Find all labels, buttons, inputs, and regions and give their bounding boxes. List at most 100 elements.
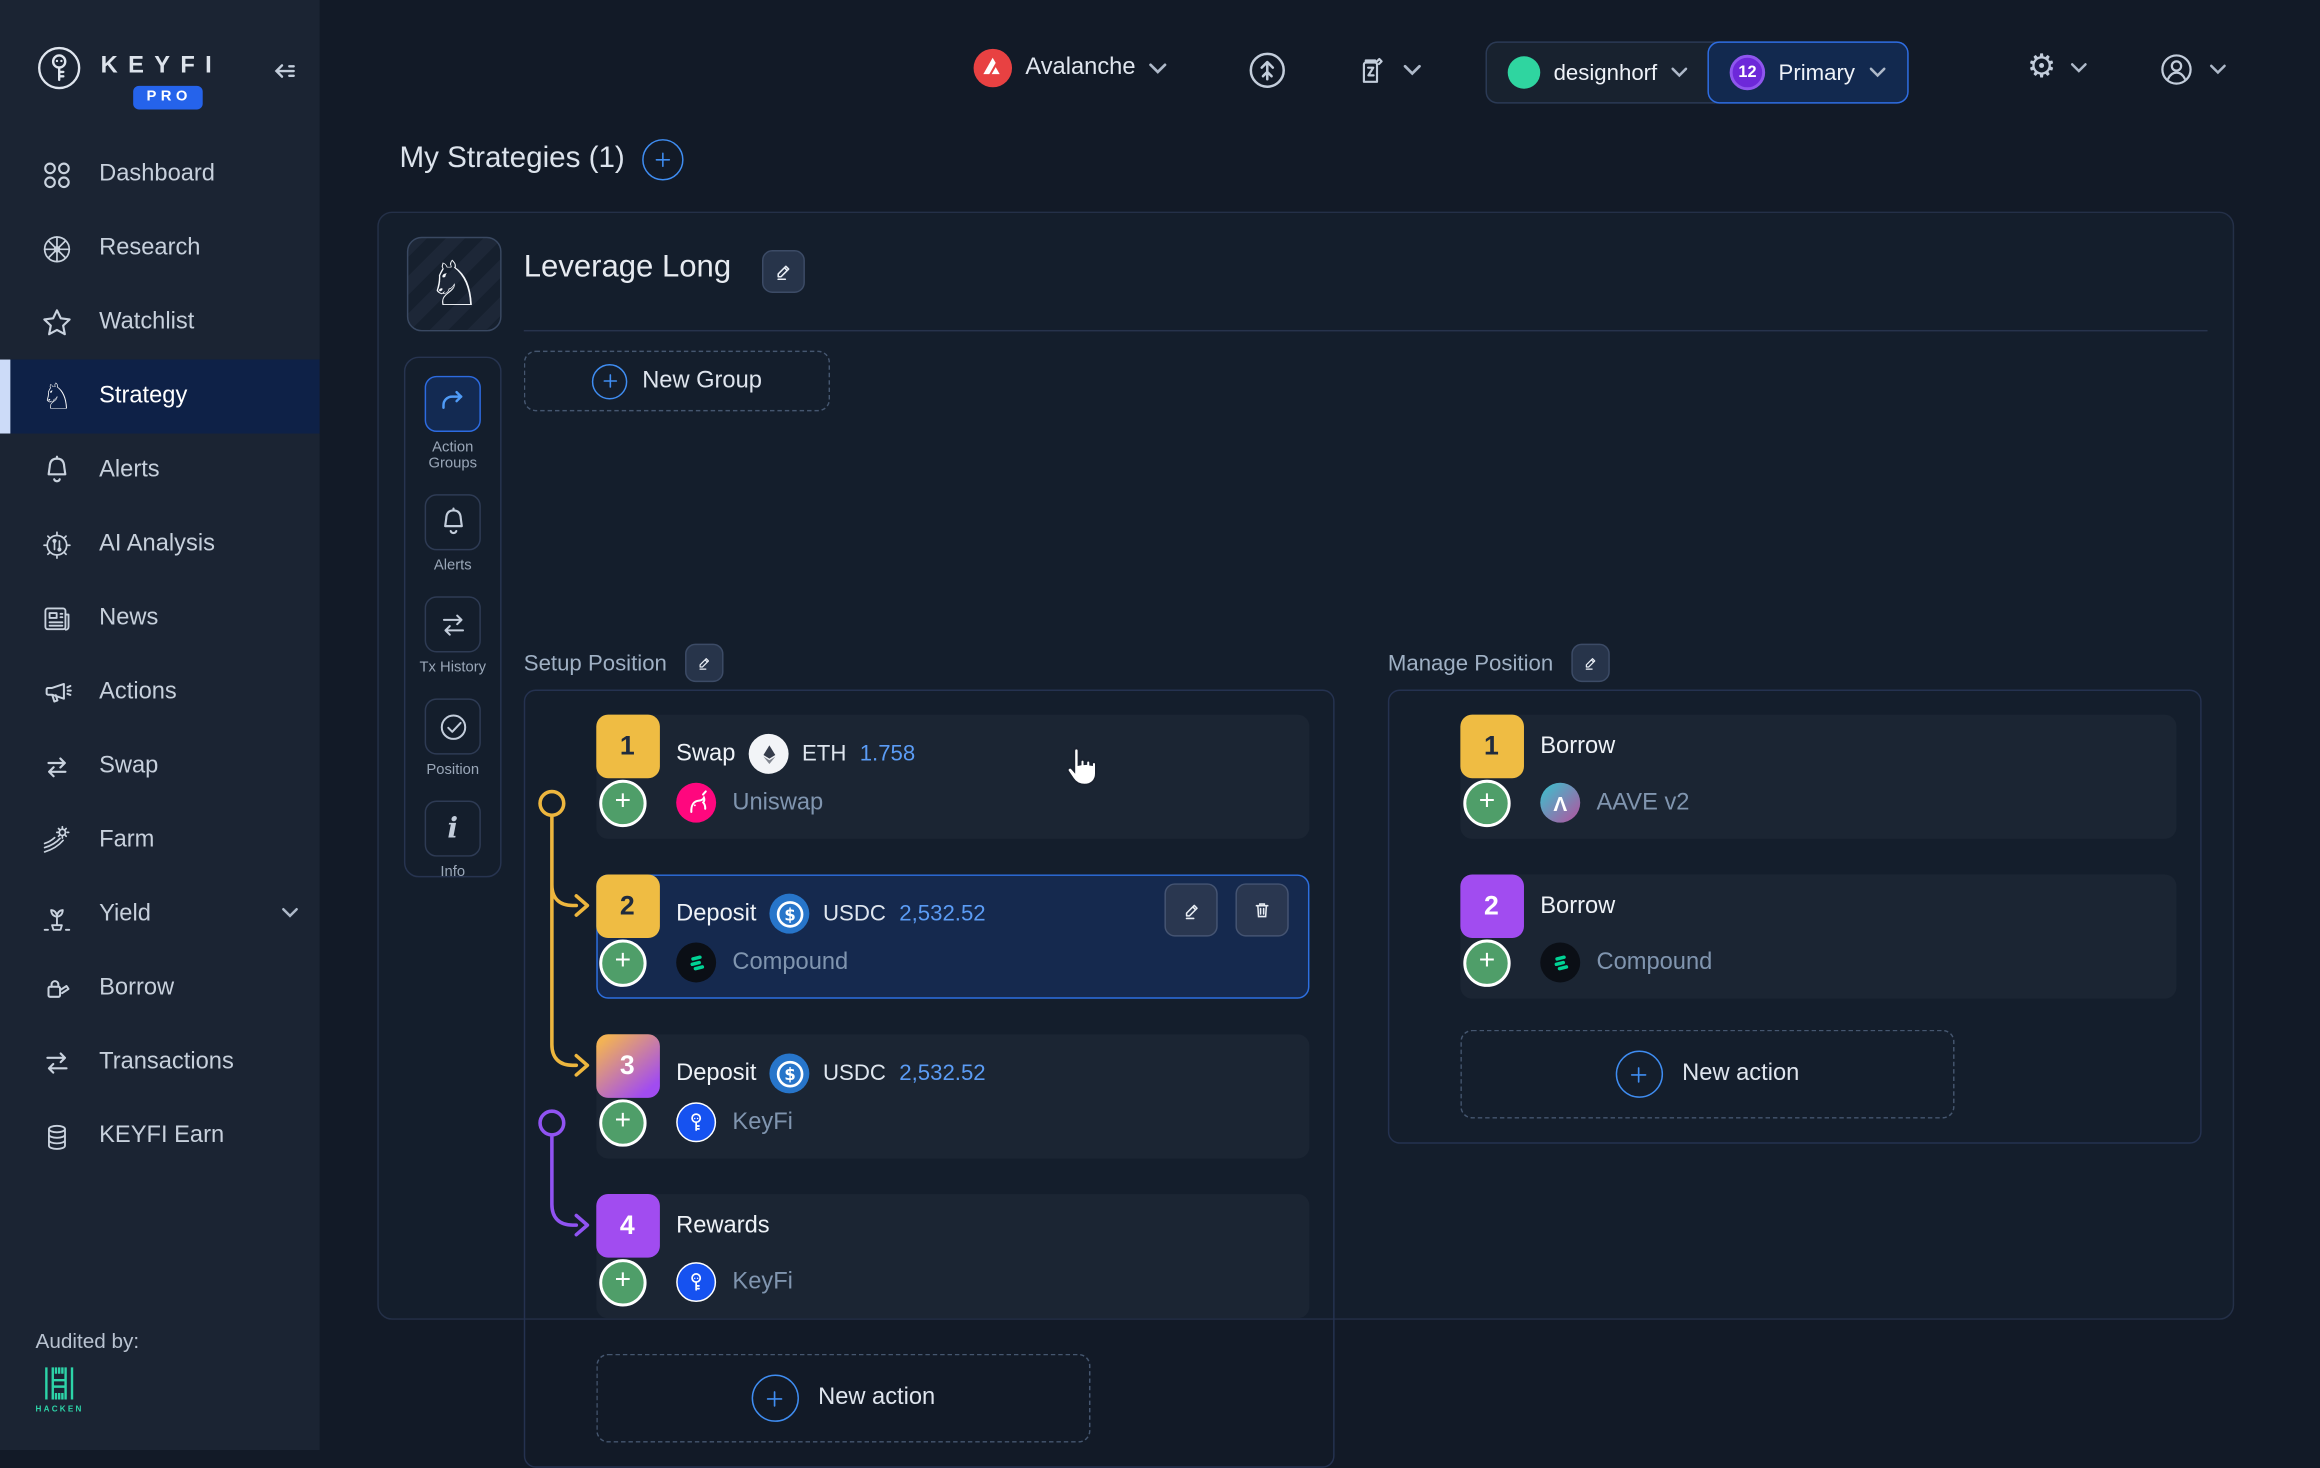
news-icon	[37, 598, 77, 638]
sidebar-item-actions[interactable]: Actions	[0, 655, 320, 729]
asset-symbol: USDC	[823, 901, 886, 926]
sidebar-item-farm[interactable]: Farm	[0, 803, 320, 877]
sidebar-item-label: AI Analysis	[99, 531, 215, 558]
protocol-name: Compound	[732, 949, 848, 976]
edit-action-button[interactable]	[1164, 883, 1217, 936]
uniswap-icon	[676, 783, 716, 823]
farm-icon	[37, 820, 77, 860]
account-name: designhorf	[1554, 60, 1658, 85]
hacken-logo: HACKEN	[36, 1364, 84, 1414]
action-row[interactable]: 3 Deposit $ USDC 2,532.52 + KeyFi	[596, 1034, 1309, 1158]
add-linked-action-button[interactable]: +	[599, 1259, 646, 1306]
txhistory-icon	[425, 596, 481, 652]
chevron-down-icon	[1868, 67, 1886, 79]
gas-selector[interactable]	[1352, 52, 1422, 89]
protocol-name: AAVE v2	[1596, 789, 1689, 816]
megaphone-icon	[37, 672, 77, 712]
add-linked-action-button[interactable]: +	[599, 940, 646, 987]
manage-action-list: 1Borrow+ΛAAVE v22Borrow+Compound	[1460, 715, 2176, 999]
add-linked-action-button[interactable]: +	[599, 1099, 646, 1146]
strategy-tools-rail: Action Groups Alerts Tx History Position i In…	[404, 357, 502, 878]
group-title: Manage Position	[1388, 650, 1553, 675]
add-linked-action-button[interactable]: +	[1463, 780, 1510, 827]
asset-symbol: USDC	[823, 1061, 886, 1086]
sidebar-item-research[interactable]: Research	[0, 212, 320, 286]
pro-badge: PRO	[133, 86, 202, 110]
sidebar-item-keyfi-earn[interactable]: KEYFI Earn	[0, 1099, 320, 1173]
protocol-name: KeyFi	[732, 1109, 793, 1136]
rail-item-tx-history[interactable]: Tx History	[411, 596, 494, 676]
sidebar-item-label: Farm	[99, 827, 154, 854]
info-icon: i	[425, 800, 481, 856]
action-number: 3	[596, 1033, 660, 1097]
group-title: Setup Position	[524, 650, 667, 675]
action-groups-icon	[425, 376, 481, 432]
delete-action-button[interactable]	[1235, 883, 1288, 936]
new-action-button[interactable]: New action	[596, 1354, 1090, 1443]
action-label: Deposit	[676, 1060, 756, 1087]
add-strategy-button[interactable]	[642, 139, 683, 180]
sidebar-item-strategy[interactable]: ♘Strategy	[0, 360, 320, 434]
action-row[interactable]: 4Rewards+KeyFi	[596, 1194, 1309, 1318]
svg-text:$: $	[784, 1064, 796, 1083]
new-action-label: New action	[1682, 1061, 1799, 1088]
add-linked-action-button[interactable]: +	[1463, 940, 1510, 987]
plant-icon	[37, 894, 77, 934]
asset-amount: 2,532.52	[899, 1061, 985, 1086]
account-avatar	[1508, 56, 1541, 89]
divider	[524, 330, 2208, 331]
audited-by-label: Audited by:	[36, 1329, 140, 1353]
rail-item-action-groups[interactable]: Action Groups	[411, 376, 494, 472]
action-row[interactable]: 1SwapETH1.758+Uniswap	[596, 715, 1309, 839]
new-action-button[interactable]: New action	[1460, 1030, 1954, 1119]
rail-item-position[interactable]: Position	[411, 698, 494, 778]
logo-row: KEYFI PRO	[0, 0, 320, 127]
sidebar-item-borrow[interactable]: Borrow	[0, 951, 320, 1025]
sidebar-item-label: Actions	[99, 679, 177, 706]
aave-icon: Λ	[1540, 783, 1580, 823]
rail-item-info[interactable]: i Info	[411, 800, 494, 880]
add-linked-action-button[interactable]: +	[599, 780, 646, 827]
sidebar-item-yield[interactable]: Yield	[0, 877, 320, 951]
rail-item-label: Alerts	[411, 558, 494, 574]
settings-menu[interactable]: ⚙	[2027, 52, 2087, 85]
rail-item-label: Info	[411, 864, 494, 880]
sidebar-item-swap[interactable]: Swap	[0, 729, 320, 803]
sidebar-collapse-icon[interactable]	[266, 53, 302, 89]
chevron-down-icon	[1671, 67, 1689, 79]
edit-group-button[interactable]	[685, 644, 723, 682]
sidebar-item-alerts[interactable]: Alerts	[0, 434, 320, 508]
sidebar-item-news[interactable]: News	[0, 581, 320, 655]
action-label: Rewards	[676, 1213, 769, 1240]
sidebar-item-dashboard[interactable]: Dashboard	[0, 138, 320, 212]
sidebar: KEYFI PRO DashboardResearchWatchlist♘Str…	[0, 0, 320, 1450]
strategy-card: ♘ Leverage Long Action GroupsAlertsTx Hi…	[377, 212, 2234, 1320]
chevron-down-icon	[1403, 64, 1422, 77]
auditor-name: HACKEN	[36, 1406, 84, 1415]
action-row[interactable]: 2Deposit$USDC2,532.52+Compound	[596, 874, 1309, 998]
account-selector[interactable]: designhorf	[1487, 43, 1709, 102]
action-row[interactable]: 1Borrow+ΛAAVE v2	[1460, 715, 2176, 839]
watchlist-icon	[37, 303, 77, 343]
sidebar-item-watchlist[interactable]: Watchlist	[0, 286, 320, 360]
setup-position-panel: 1SwapETH1.758+Uniswap2Deposit$USDC2,532.…	[524, 689, 1335, 1467]
new-group-button[interactable]: New Group	[524, 351, 830, 412]
strategy-icon: ♘	[37, 377, 77, 417]
sidebar-item-label: KEYFI Earn	[99, 1123, 224, 1150]
edit-strategy-title-button[interactable]	[762, 250, 805, 293]
action-row[interactable]: 2Borrow+Compound	[1460, 874, 2176, 998]
wallet-count-badge: 12	[1730, 55, 1766, 91]
action-number: 4	[596, 1193, 660, 1257]
network-selector[interactable]: Avalanche	[974, 49, 1168, 87]
watering-icon	[37, 968, 77, 1008]
new-group-label: New Group	[642, 368, 762, 395]
edit-group-button[interactable]	[1571, 644, 1609, 682]
profile-menu[interactable]	[2157, 50, 2227, 88]
compound-icon	[676, 943, 716, 983]
send-button[interactable]	[1246, 49, 1289, 92]
keyfi-icon	[676, 1102, 716, 1142]
wallet-selector[interactable]: 12 Primary	[1708, 41, 1909, 103]
sidebar-item-ai-analysis[interactable]: AI Analysis	[0, 508, 320, 582]
sidebar-item-transactions[interactable]: Transactions	[0, 1025, 320, 1099]
rail-item-alerts[interactable]: Alerts	[411, 494, 494, 574]
